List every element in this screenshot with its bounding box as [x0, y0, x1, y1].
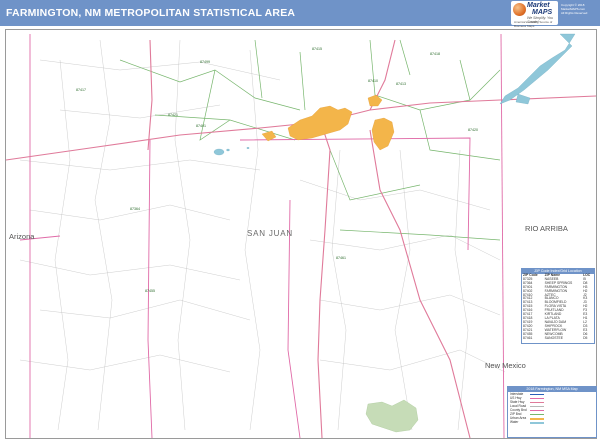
legend-swatch [530, 397, 544, 399]
road-label: 87415 [312, 47, 322, 51]
neighbor-label-rio-arriba: RIO ARRIBA [525, 224, 568, 233]
zip-code-cell: 87461 [523, 335, 533, 340]
road-label: 87418 [430, 52, 440, 56]
zip-index-legend: ZIP Code Index/Grid Location ZIP Code ZI… [521, 268, 595, 344]
legend-swatch [530, 421, 544, 424]
legend-swatch [530, 413, 544, 415]
road-label: 87417 [76, 88, 86, 92]
road-label: 87413 [396, 82, 406, 86]
legend-label: Water [510, 420, 519, 424]
land-background [6, 30, 596, 438]
neighbor-label-arizona: Arizona [9, 232, 35, 241]
zip-loc-cell: D5 [583, 335, 588, 340]
road-label: 87401 [196, 124, 206, 128]
road-label: 87455 [145, 289, 155, 293]
map-legend: 2018 Farmington, NM MSA Map Interstate U… [507, 386, 597, 438]
road-label: 87461 [336, 256, 346, 260]
map-canvas [5, 30, 597, 439]
zip-row: 87461 SANOSTEE D5 [522, 335, 594, 341]
legend-swatch [530, 393, 544, 395]
road-label: 87364 [130, 207, 140, 211]
road-label: 87420 [468, 128, 478, 132]
road-label: 87499 [200, 60, 210, 64]
neighbor-label-new-mexico: New Mexico [485, 361, 526, 370]
legend-swatch [530, 409, 544, 411]
legend-swatch [530, 405, 544, 407]
county-label-san-juan: SAN JUAN [247, 229, 293, 238]
road-label: 87421 [168, 113, 178, 117]
legend-row: Water [508, 420, 596, 424]
legend-swatch [530, 401, 544, 403]
zip-legend-table: ZIP Code ZIP Name LOC 87325 NASEEB I5 8736… [522, 273, 594, 341]
road-label: 87410 [368, 79, 378, 83]
zip-name-cell: SANOSTEE [544, 335, 564, 340]
